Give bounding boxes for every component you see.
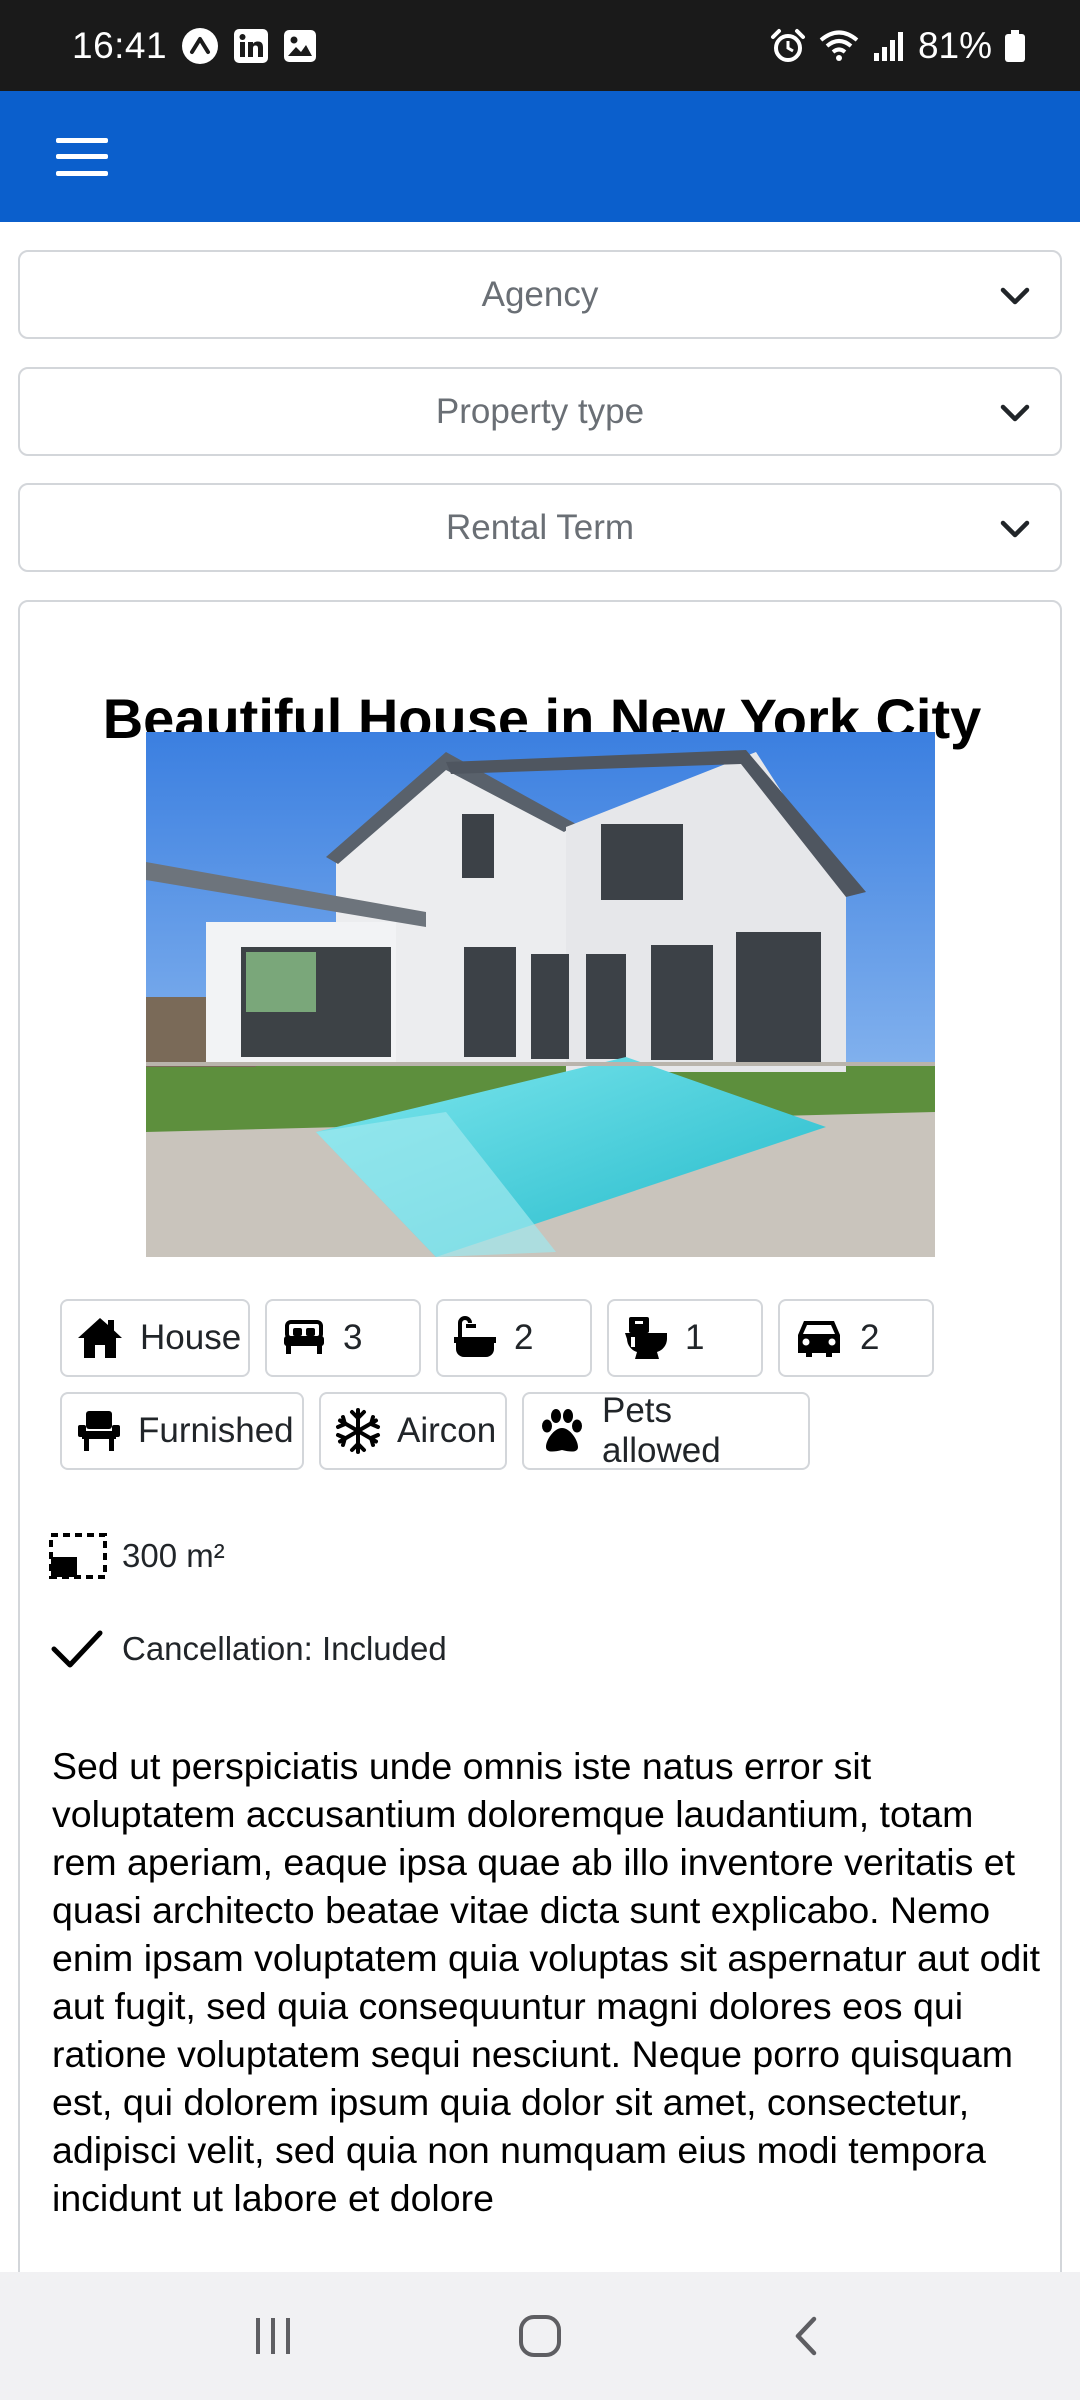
property-type-select[interactable]: Property type [18,367,1062,456]
feature-label: Pets allowed [602,1391,721,1470]
status-time: 16:41 [72,24,168,66]
listing-photo[interactable] [146,732,935,1257]
feature-chip-parking: 2 [778,1299,934,1377]
linkedin-icon [233,28,269,64]
system-nav-bar [0,2272,1080,2400]
arrow-up-circle-icon [181,27,219,65]
feature-label: Aircon [397,1411,497,1450]
chevron-down-icon [1000,520,1030,538]
hamburger-icon[interactable] [56,137,108,176]
car-icon [798,1321,840,1357]
house-photo-illustration [146,732,935,1257]
alarm-icon [770,28,806,64]
feature-chip-property-type: House [60,1299,250,1377]
back-icon[interactable] [767,2296,847,2376]
gallery-icon [283,29,317,63]
feature-chip-toilets: 1 [607,1299,763,1377]
agency-select-label: Agency [481,274,599,314]
armchair-icon [78,1411,120,1451]
bed-icon [284,1320,324,1354]
feature-label: 2 [514,1318,534,1357]
area-value: 300 m² [122,1537,225,1574]
feature-chip-pets: Pets allowed [522,1391,810,1470]
app-bar [0,91,1080,222]
main-content: Agency Property type Rental Term Beautif… [0,222,1080,2272]
snowflake-icon [336,1408,380,1454]
area-row: 300 m² [48,1532,225,1580]
listing-card: Beautiful House in New York City House 3… [18,600,1062,2272]
property-type-select-label: Property type [435,391,645,431]
toilet-icon [625,1317,667,1359]
recents-icon[interactable] [233,2296,313,2376]
signal-icon [872,29,906,63]
feature-chip-aircon: Aircon [319,1392,507,1470]
status-bar: 16:41 81% [0,0,1080,91]
rental-term-select[interactable]: Rental Term [18,483,1062,572]
wifi-icon [818,28,860,64]
feature-chip-furnished: Furnished [60,1392,304,1470]
agency-select[interactable]: Agency [18,250,1062,339]
cancellation-text: Cancellation: Included [122,1630,447,1667]
battery-icon [1004,29,1026,63]
feature-label: House [140,1318,242,1357]
feature-label: 3 [343,1318,363,1357]
rental-term-select-label: Rental Term [445,507,635,547]
house-icon [78,1318,122,1358]
bathtub-icon [454,1316,496,1357]
feature-label: 1 [685,1318,705,1357]
checkmark-icon [51,1630,103,1668]
floor-area-icon [49,1533,107,1579]
cancellation-row: Cancellation: Included [48,1625,447,1673]
feature-label: 2 [860,1318,880,1357]
chevron-down-icon [1000,404,1030,422]
paw-icon [542,1409,582,1452]
feature-chip-bedrooms: 3 [265,1299,421,1377]
home-icon[interactable] [500,2296,580,2376]
battery-percent: 81% [917,24,992,66]
feature-chip-bathrooms: 2 [436,1299,592,1377]
listing-description: Sed ut perspiciatis unde omnis iste natu… [52,1745,1041,2219]
feature-label: Furnished [138,1411,294,1450]
chevron-down-icon [1000,287,1030,305]
